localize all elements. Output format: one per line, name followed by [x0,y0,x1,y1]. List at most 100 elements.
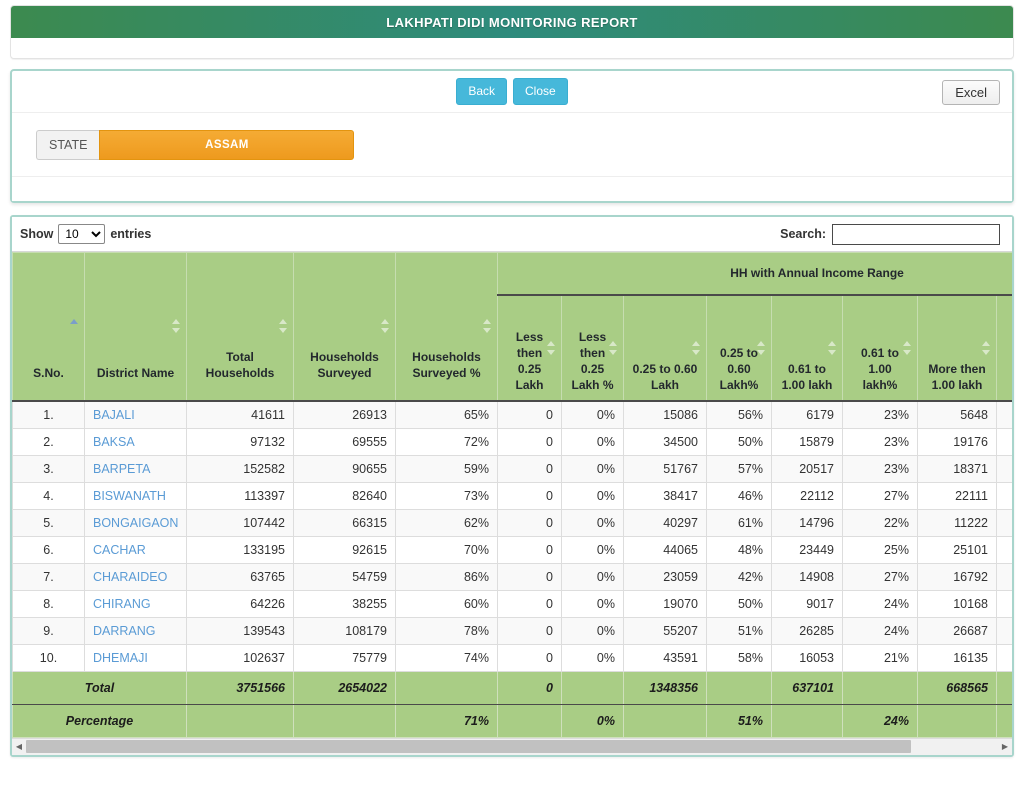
cell-061-100-lakh-pct: 27% [842,481,918,510]
district-link[interactable]: BAKSA [93,435,135,449]
col-header-lt-025-lakh[interactable]: Less then 0.25 Lakh [497,294,562,402]
cell-overflow [995,643,1012,672]
table-row: 3. BARPETA 152582 90655 59% 0 0% 51767 57% 20517 2… [12,454,1012,483]
cell-sno: 7. [12,562,85,591]
cell-total-households: 63765 [186,562,294,591]
cell-households-surveyed-pct: 74% [395,643,498,672]
state-filter-value[interactable]: ASSAM [99,129,355,160]
sort-asc-icon[interactable] [70,319,79,333]
col-header-households-surveyed[interactable]: Households Surveyed [293,252,396,402]
cell-061-100-lakh: 9017 [771,589,843,618]
scrollbar-thumb[interactable] [26,740,911,753]
cell-district-name: CACHAR [84,535,187,564]
district-link[interactable]: BISWANATH [93,489,166,503]
sort-both-icon[interactable] [609,340,618,355]
cell-061-100-lakh-pct: 27% [842,562,918,591]
sort-both-icon[interactable] [172,319,181,334]
cell-overflow [995,616,1012,645]
cell-households-surveyed-pct: 60% [395,589,498,618]
sort-both-icon[interactable] [692,340,701,355]
sort-both-icon[interactable] [982,340,991,355]
table-head: S.No. District Name Total Households Hou… [12,251,1012,402]
cell-district-name: BAKSA [84,427,187,456]
cell-025-060-lakh: 34500 [623,427,707,456]
col-header-households-surveyed-pct[interactable]: Households Surveyed % [395,252,498,402]
cell-lt-025-lakh-pct: 0% [561,562,624,591]
district-link[interactable]: DHEMAJI [93,651,148,665]
footer-percentage-households-surveyed [293,703,396,738]
cell-total-households: 113397 [186,481,294,510]
scroll-right-arrow-icon[interactable]: ▶ [998,742,1012,751]
cell-lt-025-lakh: 0 [497,481,562,510]
back-button[interactable]: Back [456,78,507,105]
sort-both-icon[interactable] [483,319,492,334]
cell-lt-025-lakh: 0 [497,454,562,483]
cell-overflow [995,400,1012,429]
col-header-lt-025-lakh-pct[interactable]: Less then 0.25 Lakh % [561,294,624,402]
search-input[interactable] [832,223,1000,245]
table-head-group-row: S.No. District Name Total Households Hou… [12,251,1012,402]
col-header-lt-025-lakh-pct-label: Less then 0.25 Lakh % [571,329,614,393]
cell-061-100-lakh-pct: 23% [842,400,918,429]
footer-total-total-households: 3751566 [186,670,294,705]
footer-percentage-overflow [995,703,1012,738]
cell-025-060-lakh: 23059 [623,562,707,591]
district-link[interactable]: CACHAR [93,543,146,557]
district-link[interactable]: CHARAIDEO [93,570,167,584]
col-header-025-060-lakh[interactable]: 0.25 to 0.60 Lakh [623,294,707,402]
cell-overflow [995,589,1012,618]
footer-total-more-then-100: 668565 [917,670,997,705]
sort-both-icon[interactable] [381,319,390,334]
close-button[interactable]: Close [513,78,568,105]
sort-both-icon[interactable] [757,340,766,355]
sort-both-icon[interactable] [279,319,288,334]
col-header-more-then-100-lakh[interactable]: More then 1.00 lakh [917,294,997,402]
district-link[interactable]: BAJALI [93,408,135,422]
cell-025-060-lakh: 43591 [623,643,707,672]
cell-total-households: 152582 [186,454,294,483]
col-header-total-households[interactable]: Total Households [186,252,294,402]
cell-lt-025-lakh: 0 [497,427,562,456]
col-header-district-name[interactable]: District Name [84,252,187,402]
district-link[interactable]: BONGAIGAON [93,516,178,530]
col-header-061-100-lakh-pct[interactable]: 0.61 to 1.00 lakh% [842,294,918,402]
cell-061-100-lakh-pct: 25% [842,535,918,564]
cell-025-060-lakh-pct: 57% [706,454,772,483]
col-header-061-100-lakh[interactable]: 0.61 to 1.00 lakh [771,294,843,402]
cell-061-100-lakh: 20517 [771,454,843,483]
scrollbar-track[interactable] [26,739,998,754]
entries-length-select[interactable]: 102550100 [58,224,106,244]
cell-025-060-lakh: 38417 [623,481,707,510]
sort-both-icon[interactable] [547,340,556,355]
footer-percentage-061-100-pct: 24% [842,703,918,738]
cell-025-060-lakh-pct: 50% [706,589,772,618]
col-header-income-range-group: HH with Annual Income Range [496,251,1012,296]
table-row: 9. DARRANG 139543 108179 78% 0 0% 55207 51% 26285… [12,616,1012,645]
sort-both-icon[interactable] [828,340,837,355]
footer-total-lt-025: 0 [497,670,562,705]
cell-lt-025-lakh-pct: 0% [561,481,624,510]
sort-both-icon[interactable] [903,340,912,355]
table-row: 7. CHARAIDEO 63765 54759 86% 0 0% 23059 42% 14908… [12,562,1012,591]
cell-households-surveyed-pct: 59% [395,454,498,483]
horizontal-scrollbar[interactable]: ◀ ▶ [12,737,1012,755]
excel-export-button[interactable]: Excel [942,80,1000,105]
district-link[interactable]: BARPETA [93,462,150,476]
cell-lt-025-lakh: 0 [497,616,562,645]
cell-061-100-lakh: 15879 [771,427,843,456]
cell-lt-025-lakh: 0 [497,535,562,564]
col-header-overflow[interactable] [995,294,1012,402]
col-header-sno[interactable]: S.No. [12,252,85,402]
table-row: 4. BISWANATH 113397 82640 73% 0 0% 38417 46% 2211… [12,481,1012,510]
col-header-025-060-lakh-pct[interactable]: 0.25 to 0.60 Lakh% [706,294,772,402]
district-link[interactable]: CHIRANG [93,597,151,611]
col-header-sno-label: S.No. [33,366,64,381]
cell-more-then-100-lakh: 16792 [917,562,997,591]
cell-061-100-lakh-pct: 24% [842,589,918,618]
cell-households-surveyed: 26913 [293,400,396,429]
district-link[interactable]: DARRANG [93,624,156,638]
cell-district-name: BARPETA [84,454,187,483]
cell-households-surveyed: 54759 [293,562,396,591]
scroll-left-arrow-icon[interactable]: ◀ [12,742,26,751]
cell-061-100-lakh-pct: 21% [842,643,918,672]
